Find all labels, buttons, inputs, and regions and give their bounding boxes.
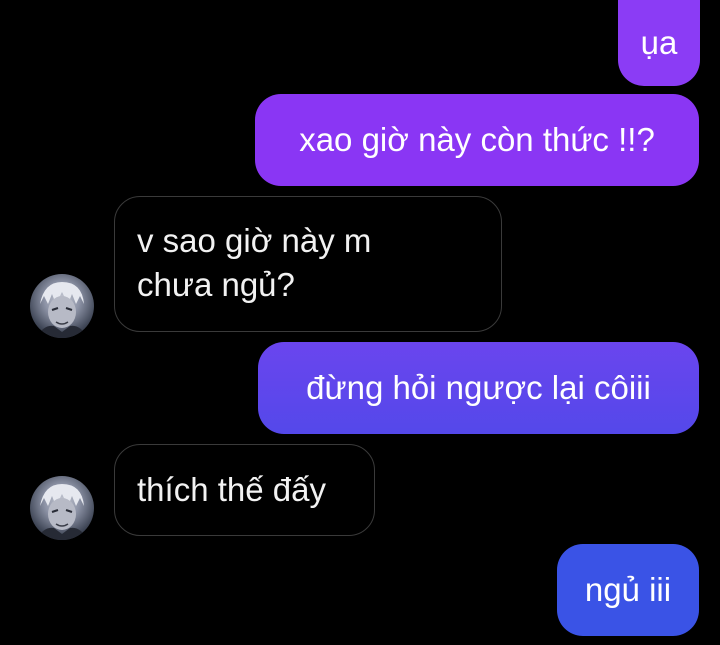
- message-bubble-sent[interactable]: ụa: [618, 0, 700, 86]
- message-bubble-received[interactable]: thích thế đấy: [114, 444, 375, 536]
- message-bubble-sent[interactable]: xao giờ này còn thức !!?: [255, 94, 699, 186]
- message-text: ụa: [640, 24, 678, 61]
- message-text: ngủ iii: [584, 571, 672, 608]
- anime-portrait-avatar-icon: [36, 484, 88, 540]
- contact-avatar[interactable]: [30, 476, 94, 540]
- message-text: thích thế đấy: [137, 471, 326, 508]
- message-bubble-received[interactable]: v sao giờ này m chưa ngủ?: [114, 196, 502, 332]
- message-text: xao giờ này còn thức !!?: [299, 121, 655, 158]
- message-text: đừng hỏi ngược lại côiii: [306, 369, 651, 406]
- contact-avatar[interactable]: [30, 274, 94, 338]
- message-bubble-sent[interactable]: đừng hỏi ngược lại côiii: [258, 342, 699, 434]
- anime-portrait-avatar-icon: [36, 282, 88, 338]
- message-text: v sao giờ này m chưa ngủ?: [137, 222, 372, 303]
- message-bubble-sent[interactable]: ngủ iii: [557, 544, 699, 636]
